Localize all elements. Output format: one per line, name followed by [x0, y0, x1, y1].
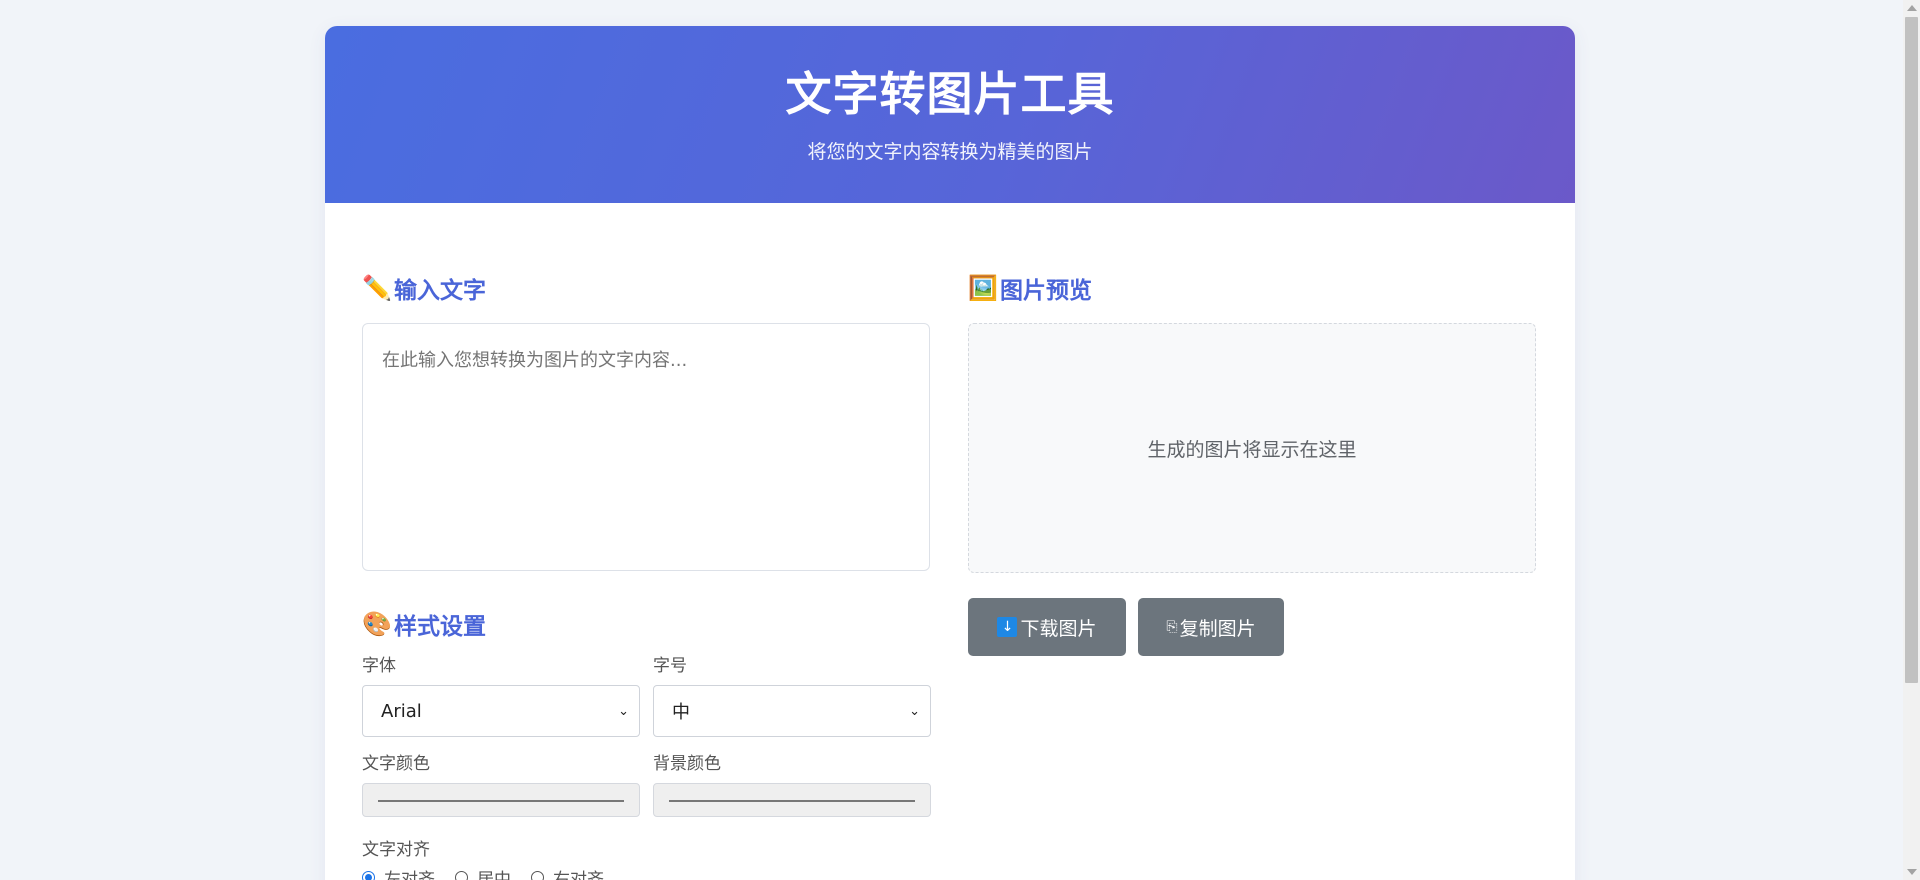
download-button[interactable]: ↓ 下载图片	[968, 598, 1126, 656]
preview-section-label: 图片预览	[1000, 278, 1092, 304]
align-right-label: 右对齐	[553, 870, 604, 880]
text-color-picker[interactable]	[362, 783, 640, 817]
page-subtitle: 将您的文字内容转换为精美的图片	[807, 140, 1093, 163]
font-select-value: Arial	[381, 700, 422, 722]
image-preview-area: 生成的图片将显示在这里	[968, 323, 1536, 573]
download-button-label: 下载图片	[1020, 617, 1097, 640]
app-header: 文字转图片工具 将您的文字内容转换为精美的图片	[325, 26, 1575, 203]
action-buttons: ↓ 下载图片 ⎘ 复制图片	[968, 598, 1538, 656]
scrollbar-thumb[interactable]	[1905, 17, 1918, 683]
style-section-title: 🎨 样式设置	[362, 609, 932, 640]
font-row: 字体 Arial ⌄ 字号 中 ⌄	[362, 651, 932, 737]
preview-section-title: 🖼️ 图片预览	[968, 273, 1538, 304]
text-color-swatch	[378, 800, 624, 802]
align-left-radio[interactable]: 左对齐	[362, 865, 435, 880]
input-section-label: 输入文字	[394, 278, 486, 304]
copy-icon: ⎘	[1166, 619, 1178, 635]
font-select[interactable]: Arial ⌄	[362, 685, 640, 737]
align-radio-group: 左对齐 居中 右对齐	[362, 865, 932, 880]
bg-color-picker[interactable]	[653, 783, 931, 817]
pencil-icon: ✏️	[362, 274, 392, 302]
bg-color-swatch	[669, 800, 915, 802]
align-label: 文字对齐	[362, 840, 430, 860]
page-title: 文字转图片工具	[785, 67, 1115, 121]
scroll-up-arrow-icon[interactable]	[1907, 5, 1917, 11]
framed-picture-icon: 🖼️	[968, 274, 998, 302]
preview-placeholder: 生成的图片将显示在这里	[1147, 438, 1357, 461]
radio-unchecked-icon	[531, 871, 544, 880]
text-color-field: 文字颜色	[362, 749, 640, 817]
scroll-down-arrow-icon[interactable]	[1907, 869, 1917, 875]
size-label: 字号	[653, 656, 687, 676]
text-color-label: 文字颜色	[362, 754, 430, 774]
right-column: 🖼️ 图片预览 生成的图片将显示在这里 ↓ 下载图片 ⎘ 复制图片	[968, 203, 1538, 656]
input-section-title: ✏️ 输入文字	[362, 273, 932, 304]
page: 文字转图片工具 将您的文字内容转换为精美的图片 ✏️ 输入文字 🎨 样式设置 字…	[0, 0, 1920, 880]
left-column: ✏️ 输入文字 🎨 样式设置 字体 Arial ⌄ 字号	[362, 203, 932, 880]
size-field: 字号 中 ⌄	[653, 651, 931, 737]
vertical-scrollbar[interactable]	[1903, 0, 1920, 880]
bg-color-field: 背景颜色	[653, 749, 931, 817]
font-label: 字体	[362, 656, 396, 676]
font-field: 字体 Arial ⌄	[362, 651, 640, 737]
palette-icon: 🎨	[362, 610, 392, 638]
align-center-label: 居中	[477, 870, 511, 880]
main-card: 文字转图片工具 将您的文字内容转换为精美的图片 ✏️ 输入文字 🎨 样式设置 字…	[325, 26, 1575, 880]
chevron-down-icon: ⌄	[618, 703, 629, 719]
radio-unchecked-icon	[455, 871, 468, 880]
download-icon: ↓	[997, 617, 1018, 637]
size-select-value: 中	[672, 702, 690, 723]
align-center-radio[interactable]: 居中	[455, 865, 511, 880]
align-right-radio[interactable]: 右对齐	[531, 865, 604, 880]
color-row: 文字颜色 背景颜色	[362, 749, 932, 817]
text-input[interactable]	[362, 323, 930, 571]
chevron-down-icon: ⌄	[909, 703, 920, 719]
style-section-label: 样式设置	[394, 614, 486, 640]
copy-button-label: 复制图片	[1179, 617, 1256, 640]
radio-checked-icon	[362, 871, 375, 880]
bg-color-label: 背景颜色	[653, 754, 721, 774]
size-select[interactable]: 中 ⌄	[653, 685, 931, 737]
copy-button[interactable]: ⎘ 复制图片	[1138, 598, 1284, 656]
align-left-label: 左对齐	[384, 870, 435, 880]
